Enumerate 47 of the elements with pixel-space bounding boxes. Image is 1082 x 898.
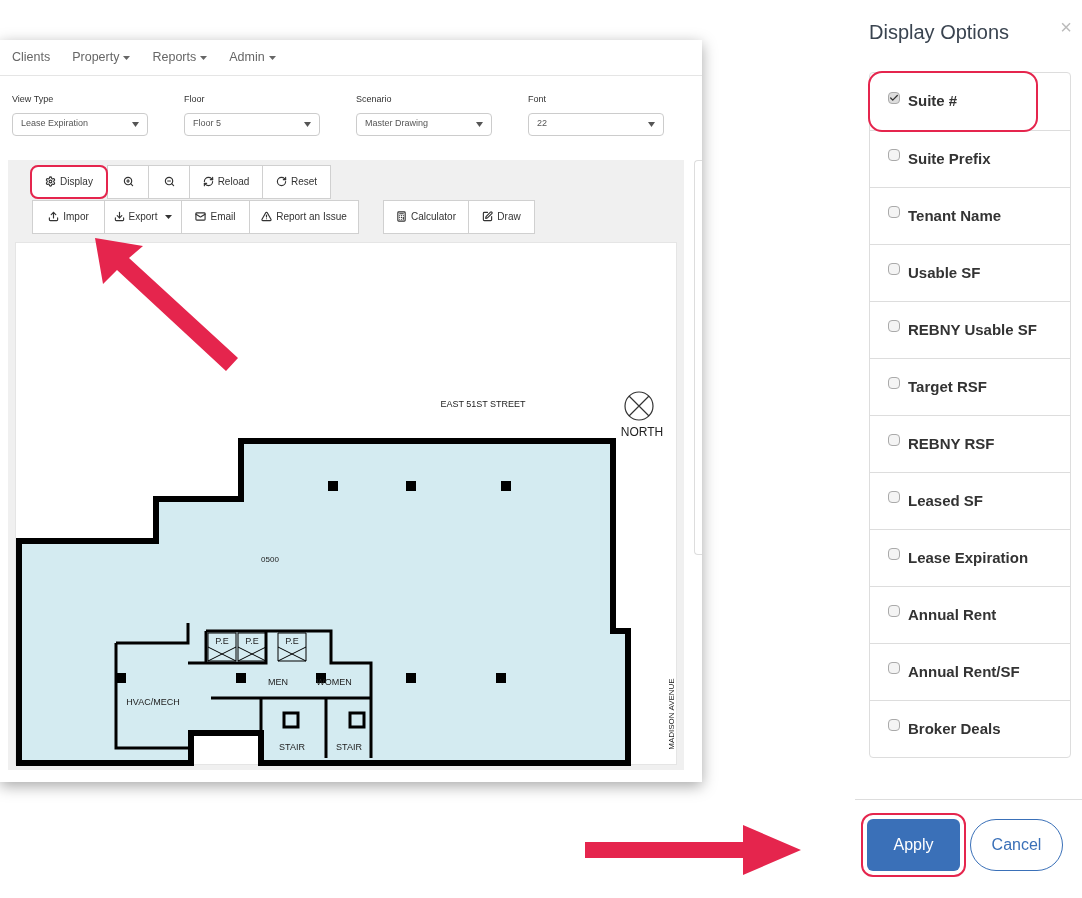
email-button[interactable]: Email [181,199,250,234]
cancel-button[interactable]: Cancel [970,819,1063,871]
option-row[interactable]: Annual Rent/SF [870,643,1070,700]
room-label: STAIR [279,741,305,752]
nav-link[interactable]: Property [72,48,131,67]
room-label: HVAC/MECH [126,696,180,707]
suite-label: 0500 [261,554,279,564]
calculator-button[interactable]: Calculator [383,199,469,234]
option-row[interactable]: Suite Prefix [870,130,1070,187]
filter-label: Scenario [356,93,393,106]
option-row[interactable]: REBNY RSF [870,415,1070,472]
option-row[interactable]: Broker Deals [870,700,1070,757]
select-field[interactable]: Floor 5 [184,112,320,136]
display-button[interactable]: Display [30,164,108,199]
reload-button[interactable]: Reload [189,164,263,199]
option-row[interactable]: Target RSF [870,358,1070,415]
nav-link[interactable]: Clients [12,48,51,67]
room-label: P.E [285,635,299,646]
select-field[interactable]: Lease Expiration [12,112,148,136]
option-row[interactable]: Lease Expiration [870,529,1070,586]
room-label: WOMEN [316,676,352,687]
option-row[interactable]: Tenant Name [870,187,1070,244]
option-row[interactable]: Usable SF [870,244,1070,301]
room-label: STAIR [336,741,362,752]
reset-button[interactable]: Reset [262,164,331,199]
export-button[interactable]: Export [104,199,182,234]
room-label: P.E [245,635,259,646]
nav-link[interactable]: Admin [229,48,276,67]
filter-label: Floor [184,93,206,106]
option-row[interactable]: Leased SF [870,472,1070,529]
option-row[interactable]: Annual Rent [870,586,1070,643]
filter-label: Font [528,93,547,106]
report-button[interactable]: Report an Issue [249,199,359,234]
room-label: P.E [215,635,229,646]
select-field[interactable]: Master Drawing [356,112,492,136]
dialog-title: Display Options [869,20,1010,45]
option-row[interactable]: REBNY Usable SF [870,301,1070,358]
room-label: MEN [268,676,288,687]
select-field[interactable]: 22 [528,112,664,136]
import-button[interactable]: Impor [32,199,105,234]
draw-button[interactable]: Draw [468,199,535,234]
compass-label: NORTH [620,424,664,439]
filter-label: View Type [12,93,55,106]
option-row[interactable]: Suite # [870,73,1036,130]
nav-link[interactable]: Reports [152,48,208,67]
avenue-label: MADISON AVENUE [667,677,676,750]
street-label: EAST 51ST STREET [440,398,526,409]
